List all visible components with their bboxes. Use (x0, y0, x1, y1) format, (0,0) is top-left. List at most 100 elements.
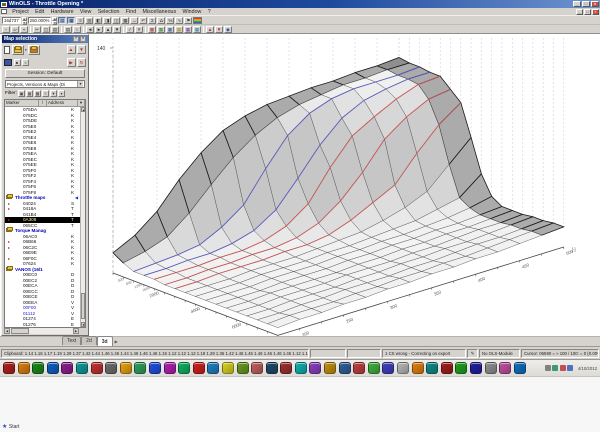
dock-app-icon[interactable] (251, 362, 264, 374)
tray-icon[interactable] (544, 365, 551, 371)
scroll-down-icon[interactable]: ▼ (81, 322, 85, 327)
map-red-icon[interactable]: ▦ (148, 25, 156, 33)
copy-icon[interactable]: ◫ (42, 25, 50, 33)
dock-app-icon[interactable] (46, 362, 59, 374)
forward-icon[interactable]: ► (95, 25, 103, 33)
delete-button[interactable]: × (22, 58, 29, 66)
menu-project[interactable]: Project (9, 9, 32, 15)
search-icon[interactable]: ○ (73, 25, 81, 33)
tab-2d[interactable]: 2d (81, 336, 97, 345)
tray-icon[interactable] (552, 365, 559, 371)
dock-app-icon[interactable] (426, 362, 439, 374)
dock-app-icon[interactable] (411, 362, 424, 374)
scope-dropdown[interactable]: Projects, Versions & Maps (Di ▼ (5, 80, 85, 88)
filter-marked-button[interactable]: ▩ (34, 90, 41, 97)
menu-?[interactable]: ? (205, 9, 214, 15)
mdi-restore-button[interactable]: □ (584, 8, 591, 15)
new-project-icon[interactable] (4, 45, 10, 54)
checkout-button[interactable]: ▼ (77, 45, 86, 54)
surface-plot[interactable]: 1402000400060008000400800120016002002503… (0, 34, 600, 337)
import-file-button[interactable] (28, 44, 41, 55)
checksum-icon[interactable]: ✓ (126, 25, 134, 33)
export-icon[interactable]: ▼ (215, 25, 223, 33)
close-button[interactable]: × (591, 1, 599, 7)
dock-app-icon[interactable] (178, 362, 191, 374)
filter-dropdown-button[interactable]: ▾ (58, 90, 65, 97)
filter-funnel-button[interactable]: ▼ (50, 90, 57, 97)
menu-edit[interactable]: Edit (32, 9, 48, 15)
open-icon[interactable]: ▱ (11, 25, 19, 33)
menu-hardware[interactable]: Hardware (47, 9, 76, 15)
map-panel-titlebar[interactable]: Map selection ? × (2, 35, 88, 43)
map-yellow-icon[interactable]: ▦ (175, 25, 183, 33)
zoom-spinner[interactable]: ▲ ▼ (52, 16, 58, 25)
column-header-[interactable]: / (39, 100, 47, 106)
view-2d-icon[interactable]: ▤ (58, 16, 67, 24)
down-icon[interactable]: ▼ (113, 25, 121, 33)
cut-icon[interactable]: ✂ (33, 25, 41, 33)
undo-view-icon[interactable]: ↶ (139, 16, 148, 24)
dock-app-icon[interactable] (455, 362, 468, 374)
maximize-button[interactable]: □ (582, 1, 590, 7)
dock-app-icon[interactable] (294, 362, 307, 374)
dock-app-icon[interactable] (207, 362, 220, 374)
paste-icon[interactable]: ▤ (51, 25, 59, 33)
panel-help-button[interactable]: ? (73, 36, 79, 42)
filter-all-button[interactable]: ▣ (18, 90, 25, 97)
tray-icon[interactable] (567, 365, 574, 371)
dock-app-icon[interactable] (470, 362, 482, 374)
session-button[interactable]: Session: Default (5, 69, 85, 78)
zoom-combo[interactable]: 250.000% (27, 16, 52, 24)
resize-grip[interactable] (79, 328, 86, 334)
menu-selection[interactable]: Selection (95, 9, 123, 15)
grid-right-icon[interactable]: ◨ (103, 16, 112, 24)
dock-app-icon[interactable] (134, 362, 147, 374)
dock-app-icon[interactable] (61, 362, 74, 374)
dock-app-icon[interactable] (90, 362, 103, 374)
dock-app-icon[interactable] (3, 362, 15, 374)
value-format-combo[interactable]: 16d737 (2, 16, 21, 24)
new-icon[interactable]: ▫ (2, 25, 10, 33)
dock-app-icon[interactable] (265, 362, 278, 374)
dock-app-icon[interactable] (397, 362, 410, 374)
tab-3d[interactable]: 3d (96, 336, 113, 346)
sync-icon[interactable]: ◆ (224, 25, 232, 33)
dock-app-icon[interactable] (324, 362, 337, 374)
grid-left-icon[interactable]: ◧ (94, 16, 103, 24)
filter-text-button[interactable]: ≡ (42, 90, 49, 97)
wave-icon[interactable]: ∿ (175, 16, 184, 24)
dock-app-icon[interactable] (236, 362, 249, 374)
dock-app-icon[interactable] (280, 362, 293, 374)
up-icon[interactable]: ▲ (104, 25, 112, 33)
view-text-icon[interactable]: ≡ (76, 16, 85, 24)
map-green-icon[interactable]: ▦ (157, 25, 165, 33)
map-list-header[interactable]: Marker / Address ▾ (5, 100, 85, 107)
dock-app-icon[interactable] (75, 362, 88, 374)
dock-app-icon[interactable] (119, 362, 132, 374)
panel-close-button[interactable]: × (80, 36, 86, 42)
print-icon[interactable]: ▤ (64, 25, 72, 33)
percent-icon[interactable]: % (166, 16, 175, 24)
export-map-button[interactable]: ▶ (66, 57, 76, 67)
colormap-icon[interactable] (193, 16, 203, 24)
column-header-address[interactable]: Address (47, 100, 78, 106)
properties-button[interactable]: ■ (13, 58, 21, 66)
dock-app-icon[interactable] (192, 362, 205, 374)
open-dropdown-arrow-icon[interactable]: ▾ (25, 48, 27, 52)
dock-app-icon[interactable] (484, 362, 497, 374)
tab-scroll-icon[interactable]: ▶ (115, 337, 118, 346)
minimize-button[interactable]: _ (573, 1, 581, 7)
menu-miscellaneous[interactable]: Miscellaneous (139, 9, 179, 15)
horizontal-scroll-thumb[interactable] (11, 328, 29, 334)
mdi-close-button[interactable]: × (592, 8, 599, 15)
dock-app-icon[interactable] (338, 362, 351, 374)
refresh-button[interactable]: ↻ (77, 57, 86, 67)
menu-view[interactable]: View (77, 9, 95, 15)
dock-app-icon[interactable] (163, 362, 176, 374)
column-header-[interactable]: ▾ (78, 100, 85, 106)
dock-app-icon[interactable] (440, 362, 453, 374)
compare-icon[interactable]: ↔ (130, 16, 139, 24)
back-icon[interactable]: ◄ (86, 25, 94, 33)
dock-app-icon[interactable] (32, 362, 45, 374)
delta-icon[interactable]: Δ (157, 16, 166, 24)
